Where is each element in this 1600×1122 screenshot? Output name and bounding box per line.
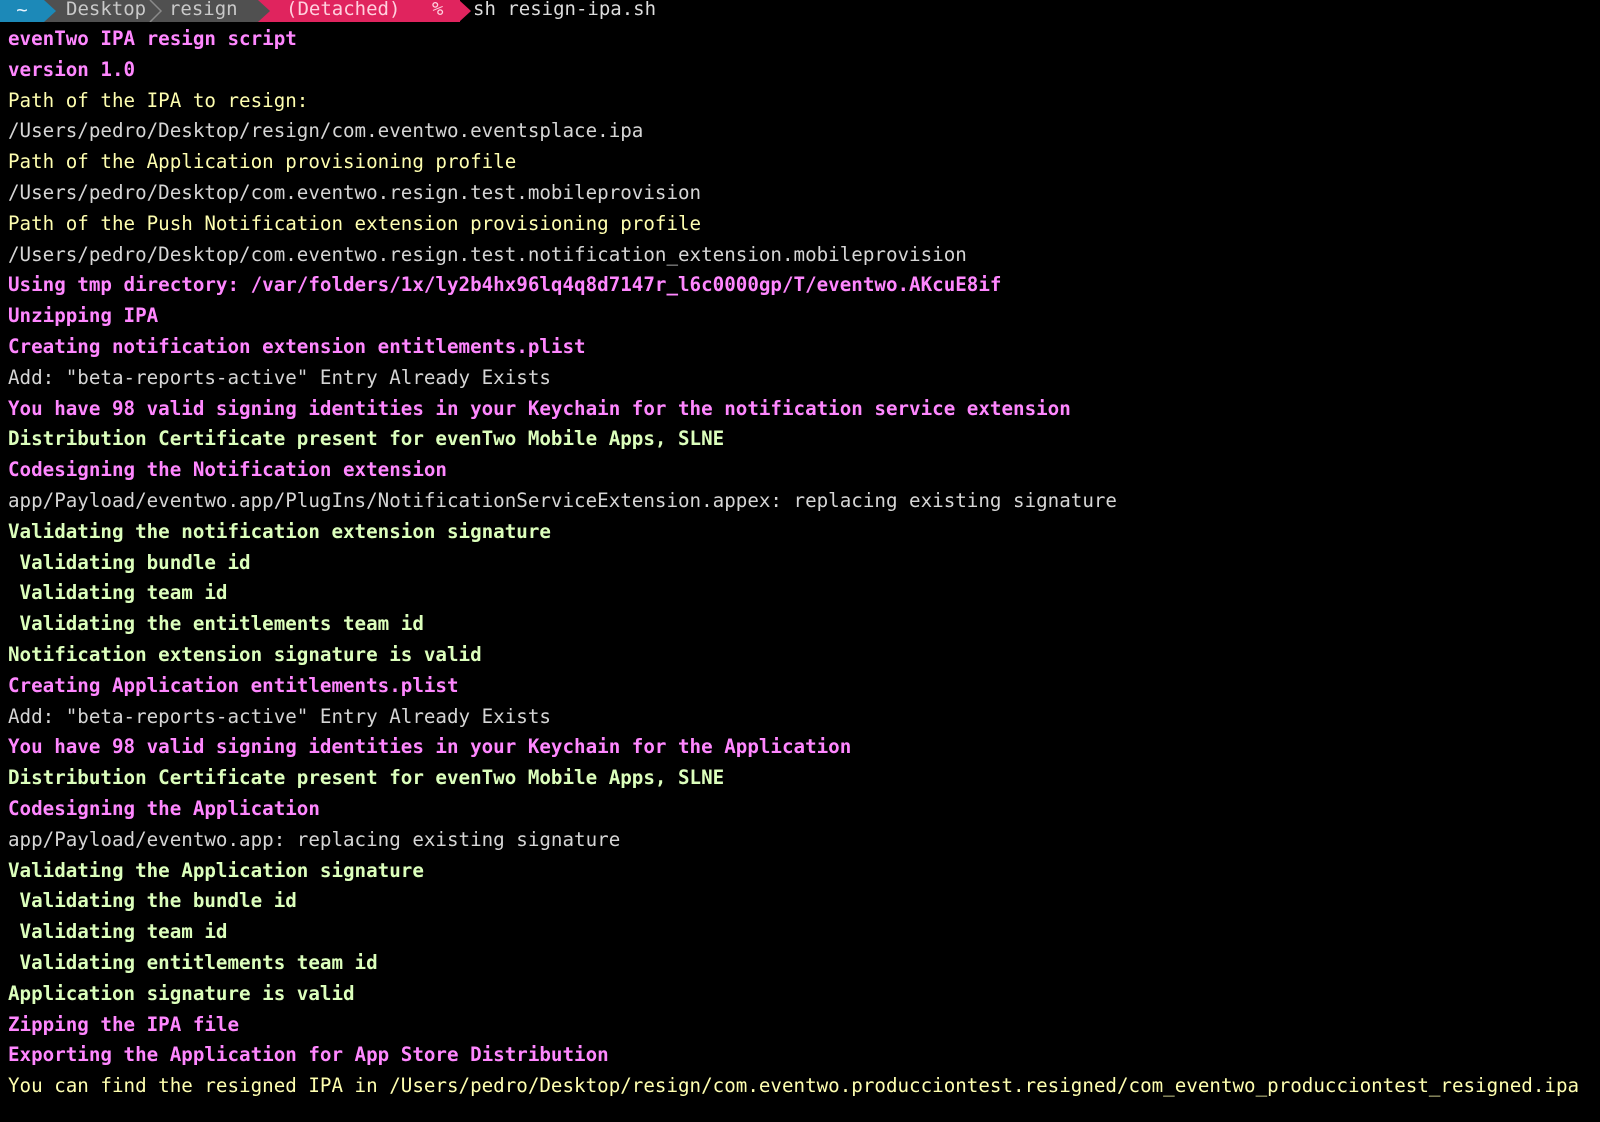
output-line: /Users/pedro/Desktop/com.eventwo.resign.… <box>8 180 702 204</box>
output-line: Validating bundle id <box>8 550 251 574</box>
git-branch-status: (Detached) <box>286 0 401 20</box>
output-line: Codesigning the Notification extension <box>8 458 447 482</box>
output-line: Path of the Push Notification extension … <box>8 211 702 235</box>
output-line: Validating the bundle id <box>8 889 297 913</box>
output-line: app/Payload/eventwo.app: replacing exist… <box>8 827 621 851</box>
output-line: Exporting the Application for App Store … <box>8 1043 609 1067</box>
output-line: Creating notification extension entitlem… <box>8 334 586 358</box>
output-line: Unzipping IPA <box>8 304 159 328</box>
output-line: Add: "beta-reports-active" Entry Already… <box>8 704 551 728</box>
output-line: Zipping the IPA file <box>8 1012 240 1036</box>
output-line: /Users/pedro/Desktop/resign/com.eventwo.… <box>8 119 644 143</box>
output-line: evenTwo IPA resign script <box>8 27 297 50</box>
output-line: Creating Application entitlements.plist <box>8 673 459 697</box>
output-line: Distribution Certificate present for eve… <box>8 427 725 451</box>
output-line: /Users/pedro/Desktop/com.eventwo.resign.… <box>8 242 967 266</box>
output-line: Notification extension signature is vali… <box>8 642 482 666</box>
terminal-window[interactable]: ~ Desktop resign (Detached) % sh resign-… <box>0 0 1600 1122</box>
output-line: Validating the entitlements team id <box>8 612 424 636</box>
output-line: Codesigning the Application <box>8 796 320 820</box>
prompt-symbol: % <box>432 0 444 20</box>
output-line: Validating the notification extension si… <box>8 519 551 543</box>
output-line: app/Payload/eventwo.app/PlugIns/Notifica… <box>8 488 1117 512</box>
home-segment: ~ <box>0 0 44 22</box>
output-line: Validating team id <box>8 920 228 944</box>
output-line: Add: "beta-reports-active" Entry Already… <box>8 365 551 389</box>
terminal-output: evenTwo IPA resign script version 1.0 Path… <box>8 24 1593 1102</box>
output-line: You have 98 valid signing identities in … <box>8 735 852 759</box>
shell-prompt: ~ Desktop resign (Detached) % sh resign-… <box>0 0 700 22</box>
output-line: Distribution Certificate present for eve… <box>8 766 725 790</box>
output-line: Validating entitlements team id <box>8 950 378 974</box>
home-symbol: ~ <box>16 0 28 21</box>
segment-end-arrow-icon <box>459 0 471 22</box>
output-line: Validating team id <box>8 581 228 605</box>
output-line: Path of the Application provisioning pro… <box>8 150 517 174</box>
path-separator-icon <box>149 0 163 22</box>
output-line: Validating the Application signature <box>8 858 424 882</box>
segment-arrow-icon <box>44 0 56 22</box>
output-line: version 1.0 <box>8 57 136 81</box>
command-text: sh resign-ipa.sh <box>473 0 657 20</box>
output-line: Path of the IPA to resign: <box>8 88 309 112</box>
output-line: Application signature is valid <box>8 981 355 1005</box>
output-line: Using tmp directory: /var/folders/1x/ly2… <box>8 273 1002 297</box>
output-line: You can find the resigned IPA in /Users/… <box>8 1074 1580 1098</box>
segment-arrow-icon <box>258 0 270 22</box>
output-line: You have 98 valid signing identities in … <box>8 396 1071 420</box>
